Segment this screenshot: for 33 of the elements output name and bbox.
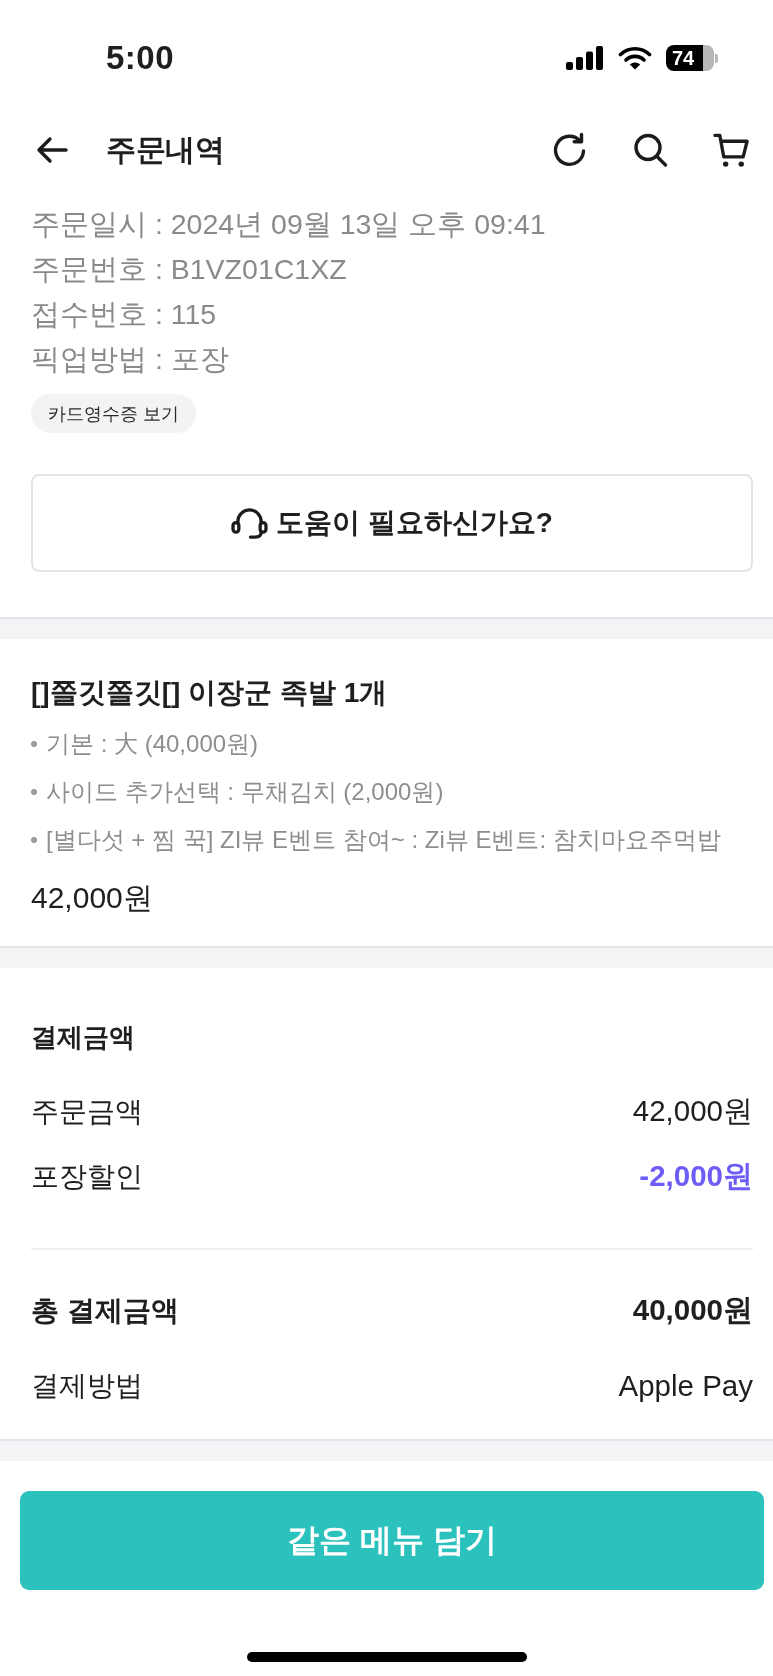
item-price: 42,000원 (31, 880, 153, 916)
option-text: 사이드 추가선택 : 무채김치 (2,000원) (46, 777, 444, 807)
row-label: 결제방법 (31, 1368, 143, 1403)
search-icon[interactable] (632, 132, 669, 168)
order-info-line: 주문일시 : 2024년 09월 13일 오후 09:41 (31, 207, 546, 242)
order-info-line: 픽업방법 : 포장 (31, 342, 229, 377)
headset-icon (231, 507, 269, 539)
cart-icon[interactable] (713, 132, 750, 168)
page-title: 주문내역 (106, 131, 225, 168)
signal-icon (566, 46, 604, 70)
battery-indicator: 74 (666, 45, 718, 71)
row-value: Apple Pay (618, 1368, 753, 1403)
item-title: []쫄깃쫄깃[] 이장군 족발 1개 (31, 676, 388, 710)
option-text: [별다섯 + 찜 꾹] ZI뷰 E벤트 참여~ : Zi뷰 E벤트: 참치마요주먹밥 (46, 825, 721, 855)
back-icon[interactable] (36, 136, 68, 164)
status-time: 5:00 (106, 38, 175, 78)
row-value: 40,000원 (632, 1291, 753, 1328)
row-label: 주문금액 (31, 1094, 143, 1129)
wifi-icon (618, 46, 652, 70)
row-label: 포장할인 (31, 1159, 143, 1194)
section-title: 결제금액 (31, 1021, 135, 1054)
order-info-line: 접수번호 : 115 (31, 297, 217, 332)
bullet-icon (31, 837, 37, 843)
bullet-icon (31, 741, 37, 747)
row-label: 총 결제금액 (31, 1293, 179, 1328)
order-info-line: 주문번호 : B1VZ01C1XZ (31, 252, 347, 287)
receipt-button[interactable]: 카드영수증 보기 (31, 394, 196, 433)
help-button[interactable]: 도움이 필요하신가요? (31, 474, 753, 572)
option-text: 기본 : 大 (40,000원) (46, 729, 259, 759)
refresh-icon[interactable] (551, 132, 588, 168)
row-value: -2,000원 (639, 1157, 753, 1194)
row-value: 42,000원 (632, 1092, 753, 1129)
bullet-icon (31, 789, 37, 795)
